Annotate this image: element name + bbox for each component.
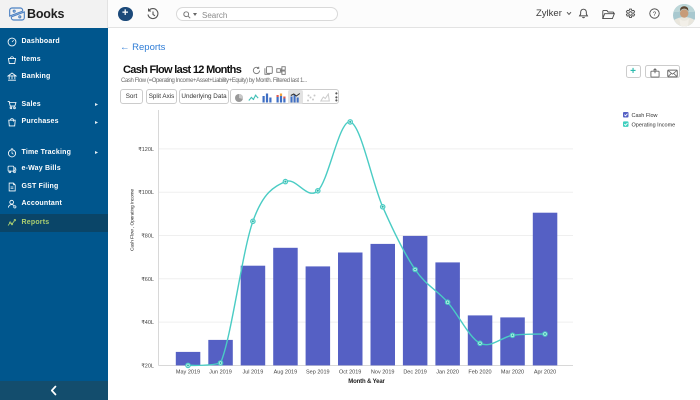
svg-text:May 2019: May 2019 [176,370,200,376]
svg-text:Jun 2019: Jun 2019 [209,370,232,376]
svg-text:Feb 2020: Feb 2020 [468,370,491,376]
svg-text:₹100L: ₹100L [138,189,154,196]
svg-text:Cash Flow , Operating Income: Cash Flow , Operating Income [130,189,136,251]
svg-text:₹60L: ₹60L [141,276,154,283]
svg-text:Month & Year: Month & Year [348,379,385,385]
svg-text:Jan 2020: Jan 2020 [436,370,459,376]
svg-text:Nov 2019: Nov 2019 [371,370,395,376]
svg-text:Apr 2020: Apr 2020 [534,370,556,376]
svg-text:Oct 2019: Oct 2019 [339,370,361,376]
svg-text:₹20L: ₹20L [141,362,154,369]
svg-text:Dec 2019: Dec 2019 [403,370,427,376]
svg-text:₹40L: ₹40L [141,319,154,326]
svg-text:₹120L: ₹120L [138,146,154,153]
svg-text:Sep 2019: Sep 2019 [306,370,330,376]
svg-text:Aug 2019: Aug 2019 [274,370,298,376]
svg-text:Mar 2020: Mar 2020 [501,370,524,376]
svg-text:Jul 2019: Jul 2019 [243,370,264,376]
svg-text:₹80L: ₹80L [141,233,154,240]
svg-text:Operating Income: Operating Income [632,122,676,128]
svg-text:Cash Flow: Cash Flow [632,113,658,119]
